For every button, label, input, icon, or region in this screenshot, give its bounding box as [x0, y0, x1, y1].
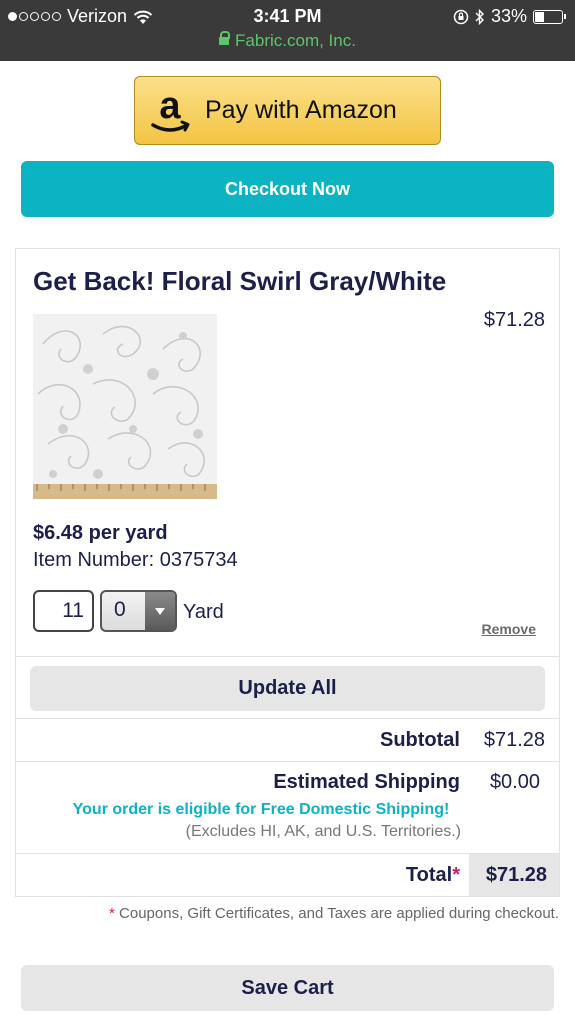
chevron-down-icon [145, 592, 175, 630]
bluetooth-icon [475, 8, 484, 25]
url-bar[interactable]: Fabric.com, Inc. [0, 31, 575, 51]
asterisk: * [452, 864, 460, 886]
subtotal-value: $71.28 [483, 729, 545, 751]
item-line-price: $71.28 [483, 309, 545, 331]
battery-percent: 33% [490, 6, 527, 26]
shipping-label: Estimated Shipping [273, 771, 460, 793]
shipping-exclusions-note: (Excludes HI, AK, and U.S. Territories.) [185, 823, 461, 840]
yard-fraction-select[interactable]: 0 [100, 590, 177, 632]
status-right: 33% [453, 6, 566, 27]
item-number: Item Number: 0375734 [33, 549, 238, 571]
total-label-text: Total [405, 864, 453, 886]
divider [16, 761, 559, 762]
save-cart-button[interactable]: Save Cart [21, 965, 554, 1011]
yard-fraction-value: 0 [114, 598, 126, 621]
url-text: Fabric.com, Inc. [235, 31, 356, 50]
item-title[interactable]: Get Back! Floral Swirl Gray/White [33, 266, 446, 297]
remove-link[interactable]: Remove [482, 621, 536, 637]
footnote-text: Coupons, Gift Certificates, and Taxes ar… [114, 905, 559, 922]
amazon-logo-icon: a [135, 81, 205, 141]
checkout-footnote: * Coupons, Gift Certificates, and Taxes … [109, 905, 559, 922]
battery-icon [533, 9, 566, 24]
unit-label: Yard [183, 601, 224, 623]
total-value: $71.28 [485, 864, 547, 886]
divider [16, 656, 559, 657]
quantity-input[interactable]: 11 [33, 590, 94, 632]
update-all-button[interactable]: Update All [30, 666, 545, 711]
subtotal-label: Subtotal [380, 729, 460, 751]
checkout-now-button[interactable]: Checkout Now [21, 161, 554, 217]
pay-with-amazon-label: Pay with Amazon [205, 96, 397, 124]
shipping-value: $0.00 [489, 771, 540, 793]
orientation-lock-icon [453, 9, 469, 24]
divider [16, 718, 559, 719]
lock-icon [219, 31, 231, 45]
free-shipping-note: Your order is eligible for Free Domestic… [72, 801, 450, 818]
fabric-swatch-image[interactable] [33, 314, 217, 499]
status-bar: Verizon 3:41 PM 33% Fabric.com, Inc. [0, 0, 575, 61]
svg-text:a: a [159, 85, 181, 127]
pay-with-amazon-button[interactable]: a Pay with Amazon [134, 76, 441, 145]
total-label: Total* [406, 864, 460, 887]
price-per-yard: $6.48 per yard [33, 522, 168, 544]
cart-panel: Get Back! Floral Swirl Gray/White $71.28 [15, 248, 560, 897]
